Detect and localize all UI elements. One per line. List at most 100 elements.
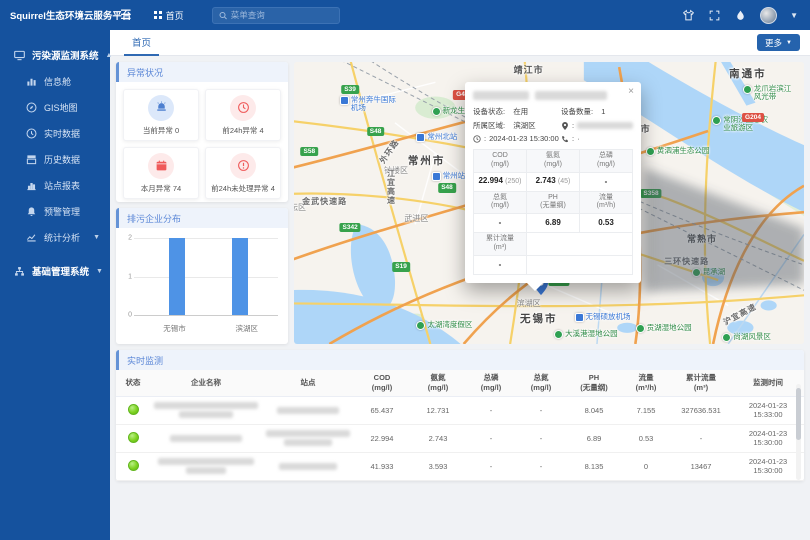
sidebar-item-label: GIS地图	[44, 101, 78, 114]
panel-title: 异常状况	[116, 62, 288, 82]
cod-value: 22.994	[354, 424, 410, 452]
map-label-city: 常熟市	[687, 234, 717, 244]
map-label-green[interactable]: 贡湖湿地公园	[636, 324, 692, 333]
transport-poi-icon	[575, 313, 584, 322]
map-label-green[interactable]: 昆承湖	[692, 268, 726, 277]
card-month-abnormal[interactable]: 本月异常 74	[123, 147, 199, 199]
fullscreen-icon[interactable]	[708, 9, 721, 22]
sidebar-item-label: 预警管理	[44, 205, 80, 218]
monitor-time: 2024-01-23 15:30:00	[732, 452, 804, 480]
sidebar-item-realtime-data[interactable]: 实时数据	[0, 120, 110, 146]
flow-value: 0	[622, 452, 670, 480]
gis-map[interactable]: 靖江市南通市常州市钟楼区武进区金坛区无锡市滨湖区常熟市张家港市常州奔牛国际机场常…	[294, 62, 804, 344]
clock-icon	[26, 128, 37, 139]
bar-report-icon	[26, 180, 37, 191]
map-label-badge-red: G204	[742, 113, 764, 122]
map-label-blue[interactable]: 常州站	[432, 172, 466, 181]
tab-home[interactable]: 首页	[124, 30, 159, 56]
sidebar-item-alert-management[interactable]: 预警管理	[0, 198, 110, 224]
status-online-dot	[128, 460, 139, 471]
map-label-green[interactable]: 龙爪岩滨江风光带	[743, 85, 795, 102]
park-poi-icon	[416, 321, 425, 330]
panel-title: 实时监测	[116, 350, 804, 370]
bar-binhu[interactable]	[232, 238, 248, 315]
park-poi-icon	[722, 333, 731, 342]
park-poi-icon	[636, 324, 645, 333]
sidebar-group-base-management[interactable]: 基础管理系统 ▼	[0, 258, 110, 284]
table-row[interactable]: 22.994 2.743 - - 6.89 0.53 - 2024-01-23 …	[116, 424, 804, 452]
monitor-time: 2024-01-23 15:33:00	[732, 396, 804, 424]
status-online-dot	[128, 404, 139, 415]
transport-poi-icon	[340, 96, 349, 105]
theme-skin-icon[interactable]	[682, 9, 695, 22]
popup-callout-arrow	[527, 283, 543, 291]
more-button[interactable]: 更多 ▼	[757, 34, 800, 51]
enterprise-distribution-panel: 排污企业分布 2 1 0 无锡市 滨湖区	[116, 208, 288, 344]
realtime-table: 状态 企业名称 站点 COD(mg/l) 氨氮(mg/l) 总磷(mg/l) 总…	[116, 370, 804, 481]
sidebar-item-label: 站点报表	[44, 179, 80, 192]
map-label-blue[interactable]: 常州北站	[416, 133, 457, 142]
table-scrollbar[interactable]	[796, 384, 801, 480]
alarm-icon	[148, 95, 174, 121]
device-region: 所属区域: 滨湖区	[473, 120, 561, 131]
table-row[interactable]: 41.933 3.593 - - 8.135 0 13467 2024-01-2…	[116, 452, 804, 480]
bar-wuxi[interactable]	[169, 238, 185, 315]
chevron-down-icon: ▼	[93, 234, 100, 241]
sidebar-item-statistics[interactable]: 统计分析 ▼	[0, 224, 110, 250]
total-flow-value: 327636.531	[670, 396, 732, 424]
transport-poi-icon	[432, 172, 441, 181]
sidebar-item-label: 统计分析	[44, 231, 80, 244]
map-label-badge-green: S19	[392, 262, 410, 271]
map-label-blue[interactable]: 无锡硕放机场	[575, 313, 631, 322]
map-label-green[interactable]: 黄泗浦生态公园	[646, 147, 710, 156]
menu-search[interactable]	[212, 7, 340, 24]
tn-value: -	[516, 452, 566, 480]
device-time: :2024-01-23 15:30:00	[473, 134, 561, 143]
nh3-value: 12.731	[410, 396, 466, 424]
clock-icon	[473, 135, 481, 143]
map-label-city-lg: 无锡市	[520, 313, 558, 325]
breadcrumb[interactable]: 首页	[154, 9, 184, 22]
water-drop-icon[interactable]	[734, 9, 747, 22]
card-24h-abnormal[interactable]: 前24h异常 4	[205, 89, 281, 141]
user-avatar[interactable]	[760, 7, 777, 24]
sidebar-group-pollution-monitor[interactable]: 污染源监测系统 ▲	[0, 42, 110, 68]
y-tick: 0	[120, 312, 132, 319]
park-poi-icon	[432, 107, 441, 116]
ph-value: 6.89	[566, 424, 622, 452]
map-label-green[interactable]: 尚湖风景区	[722, 333, 771, 342]
card-current-abnormal[interactable]: 当前异常 0	[123, 89, 199, 141]
map-label-badge-green: S39	[341, 85, 359, 94]
park-poi-icon	[692, 268, 701, 277]
sidebar-item-history-data[interactable]: 历史数据	[0, 146, 110, 172]
device-popup: × 设备状态: 在用 设备数量: 1 所属区域: 滨湖区 : :2024-0	[465, 82, 641, 283]
sidebar-item-info-cabin[interactable]: 信息舱	[0, 68, 110, 94]
user-menu-chevron-icon[interactable]: ▼	[790, 11, 798, 20]
device-status: 设备状态: 在用	[473, 106, 561, 117]
company-name-redacted	[150, 452, 262, 480]
close-icon[interactable]: ×	[628, 86, 634, 97]
monitor-time: 2024-01-23 15:30:00	[732, 424, 804, 452]
map-label-green[interactable]: 大溪港湿地公园	[554, 330, 618, 339]
menu-toggle-icon[interactable]: ☰	[120, 7, 132, 23]
tn-value: -	[516, 396, 566, 424]
total-flow-value: -	[670, 424, 732, 452]
map-label-green[interactable]: 太湖湾度假区	[416, 321, 472, 330]
sidebar-item-gis-map[interactable]: GIS地图	[0, 94, 110, 120]
scrollbar-thumb[interactable]	[796, 388, 801, 440]
map-label-blue[interactable]: 常州奔牛国际机场	[340, 96, 398, 113]
park-poi-icon	[646, 147, 655, 156]
card-24h-unhandled-abnormal[interactable]: 前24h未处理异常 4	[205, 147, 281, 199]
flow-value: 7.155	[622, 396, 670, 424]
search-input[interactable]	[231, 10, 333, 20]
company-name-redacted	[150, 396, 262, 424]
table-row[interactable]: 65.437 12.731 - - 8.045 7.155 327636.531…	[116, 396, 804, 424]
main-content: 异常状况 当前异常 0 前24h异常 4	[110, 56, 810, 540]
sidebar-item-station-report[interactable]: 站点报表	[0, 172, 110, 198]
card-label: 当前异常 0	[143, 125, 179, 136]
dashboard-icon	[26, 76, 37, 87]
org-tree-icon	[14, 266, 25, 277]
bell-icon	[26, 206, 37, 217]
map-label-road: 金武快速路	[302, 197, 347, 206]
park-poi-icon	[743, 85, 752, 94]
